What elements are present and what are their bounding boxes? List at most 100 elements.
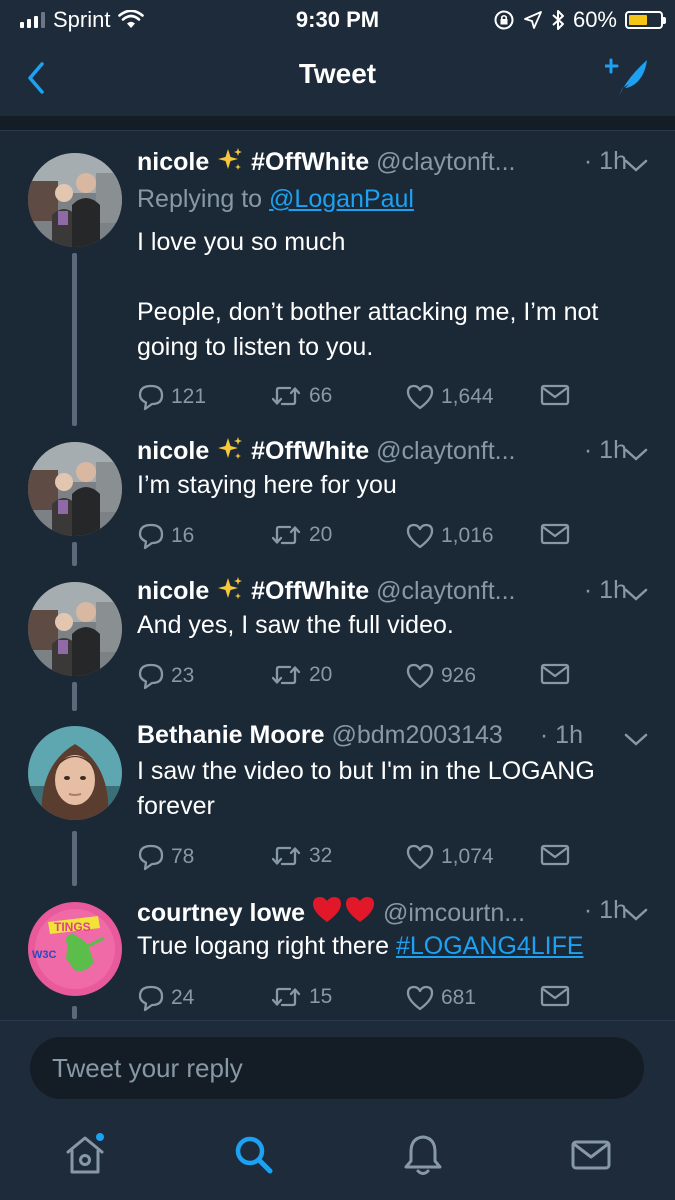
like-count: 1,644 bbox=[441, 385, 494, 408]
reply-count: 16 bbox=[171, 524, 195, 547]
direct-message-action[interactable] bbox=[540, 662, 576, 686]
replying-to-link[interactable]: @LoganPaul bbox=[269, 185, 414, 213]
like-action[interactable]: 1,016 bbox=[405, 522, 494, 550]
heart-icon bbox=[406, 384, 434, 410]
chevron-down-icon[interactable] bbox=[623, 906, 649, 924]
tab-bar bbox=[0, 1116, 675, 1200]
thread-line bbox=[72, 831, 77, 886]
chevron-down-icon[interactable] bbox=[623, 731, 649, 749]
envelope-icon bbox=[540, 384, 570, 406]
navigation-bar: Tweet bbox=[0, 40, 675, 116]
retweet-action[interactable]: 66 bbox=[269, 383, 332, 409]
avatar[interactable] bbox=[28, 153, 122, 247]
tweet-actions: 24 15 681 bbox=[137, 984, 577, 1014]
direct-message-action[interactable] bbox=[540, 522, 576, 546]
user-handle[interactable]: @claytonft... bbox=[376, 148, 515, 176]
avatar[interactable] bbox=[28, 582, 122, 676]
tweet-actions: 78 32 1,074 bbox=[137, 843, 577, 873]
user-handle[interactable]: @bdm2003143 bbox=[331, 721, 502, 749]
envelope-icon bbox=[540, 844, 570, 866]
direct-message-action[interactable] bbox=[540, 383, 576, 407]
retweet-icon bbox=[271, 846, 301, 866]
search-icon[interactable] bbox=[229, 1130, 279, 1180]
reply-bar bbox=[0, 1020, 675, 1117]
messages-envelope-icon[interactable] bbox=[566, 1130, 616, 1180]
reply-count: 78 bbox=[171, 845, 195, 868]
reply-action[interactable]: 78 bbox=[137, 843, 194, 871]
tweet-item[interactable]: nicole #OffWhite @claytonft... · 1h And … bbox=[0, 566, 675, 711]
tweet-item[interactable]: nicole #OffWhite @claytonft... · 1h I’m … bbox=[0, 426, 675, 566]
reply-count: 23 bbox=[171, 664, 195, 687]
hashtag-link[interactable]: #LOGANG4LIFE bbox=[396, 932, 584, 960]
reply-action[interactable]: 16 bbox=[137, 522, 194, 550]
direct-message-action[interactable] bbox=[540, 843, 576, 867]
sparkles-emoji bbox=[216, 147, 244, 180]
user-handle[interactable]: @imcourtn... bbox=[383, 899, 525, 927]
reply-count: 121 bbox=[171, 385, 207, 408]
display-name[interactable]: nicole bbox=[137, 437, 209, 465]
display-name[interactable]: courtney lowe bbox=[137, 899, 305, 927]
svg-text:W3C: W3C bbox=[32, 949, 57, 961]
tweet-item[interactable]: TINGS W3C courtney lowe @imcourtn... · 1… bbox=[0, 886, 675, 1019]
battery-icon bbox=[625, 11, 666, 29]
replying-to-label: Replying to bbox=[137, 185, 263, 213]
display-name-hashtag[interactable]: #OffWhite bbox=[251, 577, 369, 605]
display-name[interactable]: nicole bbox=[137, 577, 209, 605]
compose-feather-icon[interactable] bbox=[605, 54, 651, 100]
reply-action[interactable]: 121 bbox=[137, 383, 206, 411]
like-action[interactable]: 1,644 bbox=[405, 383, 494, 411]
direct-message-action[interactable] bbox=[540, 984, 576, 1008]
svg-text:TINGS: TINGS bbox=[54, 920, 91, 934]
tweet-text: I’m staying here for you bbox=[137, 471, 397, 499]
tweet-time: · 1h bbox=[583, 436, 627, 464]
reply-bubble-icon bbox=[138, 384, 164, 411]
reply-count: 24 bbox=[171, 986, 195, 1009]
display-name[interactable]: nicole bbox=[137, 148, 209, 176]
user-handle[interactable]: @claytonft... bbox=[376, 577, 515, 605]
reply-action[interactable]: 24 bbox=[137, 984, 194, 1012]
chevron-down-icon[interactable] bbox=[623, 586, 649, 604]
tweet-actions: 16 20 1,016 bbox=[137, 522, 577, 552]
tweet-time: · 1h bbox=[583, 896, 627, 924]
user-handle[interactable]: @claytonft... bbox=[376, 437, 515, 465]
avatar[interactable] bbox=[28, 442, 122, 536]
reply-bubble-icon bbox=[138, 985, 164, 1012]
tweet-actions: 121 66 1,644 bbox=[137, 383, 577, 413]
red-heart-emoji bbox=[312, 896, 376, 931]
like-action[interactable]: 1,074 bbox=[405, 843, 494, 871]
location-arrow-icon bbox=[524, 11, 542, 29]
tweet-item[interactable]: nicole #OffWhite @claytonft... · 1h Repl… bbox=[0, 131, 675, 426]
retweet-action[interactable]: 15 bbox=[269, 984, 332, 1010]
reply-action[interactable]: 23 bbox=[137, 662, 194, 690]
tweet-time: · 1h bbox=[583, 147, 627, 175]
notifications-bell-icon[interactable] bbox=[398, 1130, 448, 1180]
page-title: Tweet bbox=[298, 58, 377, 89]
home-icon[interactable] bbox=[60, 1130, 110, 1180]
sparkles-emoji bbox=[216, 436, 244, 469]
thread-line bbox=[72, 542, 77, 566]
status-bar: Sprint 9:30 PM 60% bbox=[0, 0, 675, 40]
tweet-text: I saw the video to but I'm in the LOGANG… bbox=[137, 757, 602, 820]
avatar[interactable]: TINGS W3C bbox=[28, 902, 122, 996]
display-name[interactable]: Bethanie Moore bbox=[137, 721, 325, 749]
like-action[interactable]: 926 bbox=[405, 662, 476, 690]
chevron-down-icon[interactable] bbox=[623, 157, 649, 175]
retweet-action[interactable]: 20 bbox=[269, 522, 332, 548]
avatar[interactable] bbox=[28, 726, 122, 820]
display-name-hashtag[interactable]: #OffWhite bbox=[251, 148, 369, 176]
retweet-action[interactable]: 20 bbox=[269, 662, 332, 688]
tweet-text-body: True logang right there bbox=[137, 932, 396, 960]
tweet-text: And yes, I saw the full video. bbox=[137, 611, 454, 639]
reply-input[interactable] bbox=[30, 1037, 644, 1099]
tweet-item[interactable]: Bethanie Moore @bdm2003143 · 1h I saw th… bbox=[0, 711, 675, 886]
retweet-icon bbox=[271, 665, 301, 685]
display-name-hashtag[interactable]: #OffWhite bbox=[251, 437, 369, 465]
envelope-icon bbox=[540, 985, 570, 1007]
replying-to: Replying to @LoganPaul bbox=[137, 185, 414, 214]
retweet-action[interactable]: 32 bbox=[269, 843, 332, 869]
like-action[interactable]: 681 bbox=[405, 984, 476, 1012]
bluetooth-icon bbox=[552, 10, 564, 30]
chevron-down-icon[interactable] bbox=[623, 446, 649, 464]
thread-line bbox=[72, 1006, 77, 1019]
reply-feed: nicole #OffWhite @claytonft... · 1h Repl… bbox=[0, 131, 675, 1019]
